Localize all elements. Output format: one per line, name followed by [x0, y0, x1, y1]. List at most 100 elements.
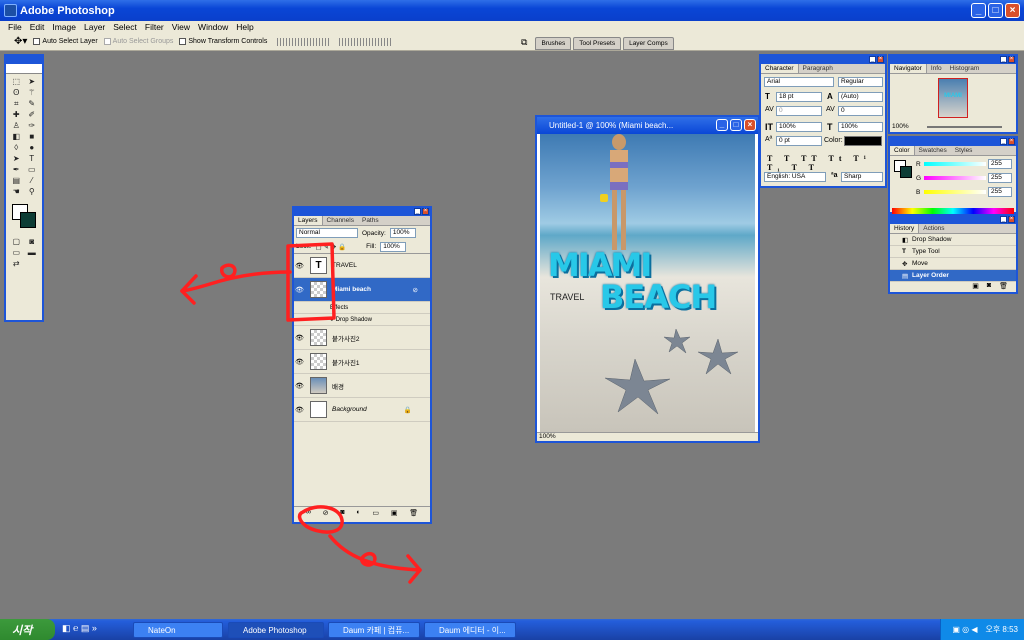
task-photoshop[interactable]: Adobe Photoshop	[228, 622, 324, 638]
imageready-icon[interactable]: ⇄	[9, 259, 24, 269]
layer-row-bg-image[interactable]: 👁 배경	[294, 374, 430, 398]
dodge-tool-icon[interactable]: ●	[25, 143, 40, 153]
link-icon[interactable]: ∞	[306, 509, 311, 516]
brush-tool-icon[interactable]: ✐	[25, 110, 40, 120]
tab-layer-comps[interactable]: Layer Comps	[623, 37, 674, 50]
fill-field[interactable]: 100%	[380, 241, 407, 252]
palette-well-icon[interactable]: ⧉	[515, 37, 533, 50]
tab-navigator[interactable]: Navigator	[890, 64, 927, 73]
color-swatches[interactable]	[10, 204, 38, 230]
tab-history[interactable]: History	[890, 224, 920, 233]
r-slider[interactable]	[924, 162, 986, 166]
history-item-selected[interactable]: ▤ Layer Order	[890, 270, 1016, 282]
magic-wand-tool-icon[interactable]: ⚚	[25, 88, 40, 98]
lock-icons[interactable]: ▢ ✎ ✥ 🔒	[316, 243, 347, 251]
g-slider[interactable]	[924, 176, 986, 180]
tab-brushes[interactable]: Brushes	[535, 37, 572, 50]
stamp-tool-icon[interactable]: ♙	[9, 121, 24, 131]
tab-swatches[interactable]: Swatches	[915, 146, 951, 155]
navigator-thumbnail[interactable]: MIAMI	[938, 78, 968, 118]
task-nateon[interactable]: NateOn	[133, 622, 223, 638]
healing-brush-icon[interactable]: ✚	[9, 110, 24, 120]
menu-filter[interactable]: Filter	[141, 22, 168, 32]
b-field[interactable]: 255	[988, 187, 1012, 197]
visibility-eye-icon[interactable]: 👁	[294, 358, 305, 366]
menu-help[interactable]: Help	[232, 22, 257, 32]
baseline-field[interactable]: 0 pt	[776, 136, 822, 146]
show-transform-checkbox[interactable]: Show Transform Controls	[179, 38, 267, 45]
history-item[interactable]: ◧ Drop Shadow	[890, 234, 1016, 246]
new-layer-icon[interactable]: ▣	[391, 509, 398, 517]
menu-select[interactable]: Select	[109, 22, 141, 32]
tab-tool-presets[interactable]: Tool Presets	[573, 37, 622, 50]
menu-view[interactable]: View	[168, 22, 194, 32]
eyedropper-icon[interactable]: ⁄	[25, 176, 40, 186]
font-size-field[interactable]: 18 pt	[776, 92, 822, 102]
new-set-icon[interactable]: ▭	[372, 509, 379, 517]
zoom-tool-icon[interactable]: ⚲	[25, 187, 40, 197]
layer-row-travel[interactable]: 👁 T TRAVEL	[294, 254, 430, 278]
fx-icon[interactable]: ⊘	[413, 286, 418, 294]
hand-tool-icon[interactable]: ☚	[9, 187, 24, 197]
type-tool-icon[interactable]: T	[25, 154, 40, 164]
blur-tool-icon[interactable]: ◊	[9, 143, 24, 153]
drop-shadow-row[interactable]: ● Drop Shadow	[294, 314, 430, 326]
align-icons[interactable]	[277, 37, 330, 46]
layer-row-background[interactable]: 👁 Background 🔒	[294, 398, 430, 422]
visibility-eye-icon[interactable]: 👁	[294, 334, 305, 342]
eraser-tool-icon[interactable]: ◧	[9, 132, 24, 142]
history-item[interactable]: T Type Tool	[890, 246, 1016, 258]
minimize-icon[interactable]: _	[1000, 216, 1007, 223]
menu-file[interactable]: File	[4, 22, 26, 32]
horizontal-scale-field[interactable]: 100%	[838, 122, 883, 132]
vertical-scale-field[interactable]: 100%	[776, 122, 822, 132]
minimize-button[interactable]: _	[971, 3, 986, 18]
menu-window[interactable]: Window	[194, 22, 232, 32]
quicklaunch-icons[interactable]: ◧ ℮ ▤ »	[62, 623, 97, 634]
screen-mode-icon[interactable]: ▭	[9, 248, 24, 258]
opacity-field[interactable]: 100%	[389, 228, 416, 238]
tab-histogram[interactable]: Histogram	[946, 64, 984, 73]
minimize-icon[interactable]: _	[1000, 138, 1007, 145]
close-icon[interactable]: ×	[1008, 56, 1015, 63]
background-color[interactable]	[20, 212, 36, 228]
mask-icon[interactable]: ◙	[340, 509, 344, 516]
move-tool-icon[interactable]: ✥▾	[14, 36, 27, 47]
standard-mode-icon[interactable]: ▢	[9, 237, 24, 247]
minimize-icon[interactable]: _	[1000, 56, 1007, 63]
trash-icon[interactable]: 🗑	[999, 282, 1008, 291]
tab-actions[interactable]: Actions	[919, 224, 948, 233]
minimize-icon[interactable]: _	[869, 56, 876, 63]
pen-tool-icon[interactable]: ✒	[9, 165, 24, 175]
font-style-select[interactable]: Regular	[838, 77, 883, 87]
shape-tool-icon[interactable]: ▭	[25, 165, 40, 175]
bg-color-swatch[interactable]	[900, 166, 912, 178]
menu-image[interactable]: Image	[48, 22, 80, 32]
tab-channels[interactable]: Channels	[323, 216, 358, 225]
minimize-icon[interactable]: _	[414, 208, 421, 215]
blend-mode-select[interactable]: Normal	[296, 228, 358, 238]
zoom-field[interactable]: 100%	[539, 433, 556, 440]
tab-paragraph[interactable]: Paragraph	[799, 64, 837, 73]
canvas-image[interactable]: MIAMI BEACH TRAVEL	[540, 134, 755, 432]
text-color-swatch[interactable]	[844, 136, 882, 146]
tray-icons[interactable]: ▣ ◎ ◀	[952, 625, 977, 634]
navigator-zoom-slider[interactable]	[926, 125, 1002, 128]
text-style-buttons[interactable]: T T TT Tt T¹ T₁ T T	[767, 154, 885, 172]
task-daum-cafe[interactable]: Daum 카페 | 컴퓨...	[328, 622, 420, 638]
g-field[interactable]: 255	[988, 173, 1012, 183]
tab-info[interactable]: Info	[927, 64, 946, 73]
visibility-eye-icon[interactable]: 👁	[294, 286, 305, 294]
visibility-eye-icon[interactable]: 👁	[294, 262, 305, 270]
visibility-eye-icon[interactable]: 👁	[294, 382, 305, 390]
crop-tool-icon[interactable]: ⌗	[9, 99, 24, 109]
task-daum-editor[interactable]: Daum 에디터 - 이...	[424, 622, 516, 638]
minimize-button[interactable]: _	[716, 119, 728, 131]
close-button[interactable]: ×	[1005, 3, 1020, 18]
lasso-tool-icon[interactable]: ʘ	[9, 88, 24, 98]
move-tool-icon[interactable]: ➤	[25, 77, 40, 87]
tab-styles[interactable]: Styles	[951, 146, 977, 155]
gradient-tool-icon[interactable]: ■	[25, 132, 40, 142]
close-button[interactable]: ×	[744, 119, 756, 131]
menu-edit[interactable]: Edit	[26, 22, 49, 32]
